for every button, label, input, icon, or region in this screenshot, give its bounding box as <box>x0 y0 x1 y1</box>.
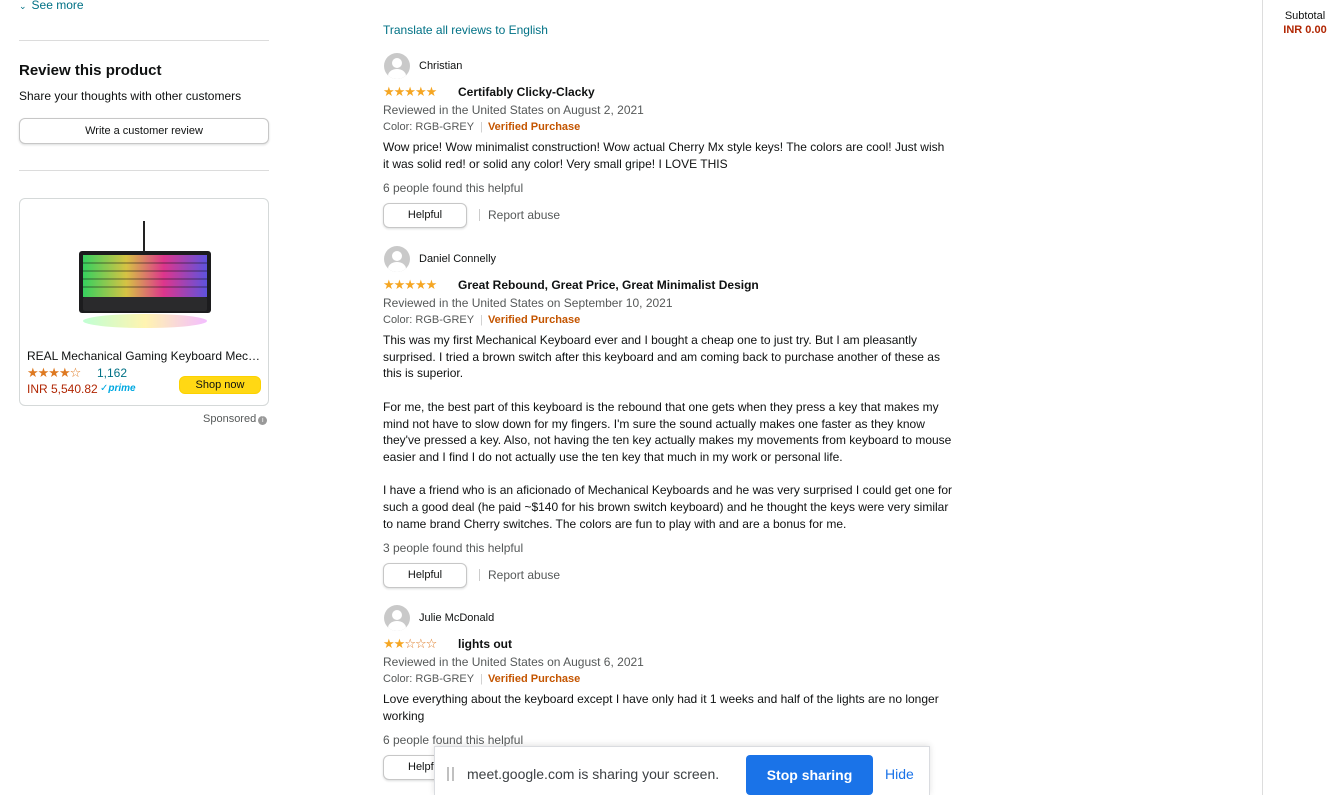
sponsored-text: Sponsored <box>203 413 257 425</box>
review-item: Christian ★★★★★ Certifably Clicky-Clacky… <box>383 53 953 229</box>
stop-sharing-button[interactable]: Stop sharing <box>746 755 873 795</box>
ad-rating-count[interactable]: 1,162 <box>97 366 127 380</box>
ad-price: INR 5,540.82 <box>27 382 98 396</box>
divider <box>19 170 269 171</box>
star-rating-icon: ★★★★★ <box>383 84 437 99</box>
separator: | <box>480 314 483 326</box>
review-date: Reviewed in the United States on August … <box>383 655 644 669</box>
report-abuse-link[interactable]: Report abuse <box>488 568 560 582</box>
translate-reviews-link[interactable]: Translate all reviews to English <box>383 23 548 37</box>
cart-panel-border <box>1262 0 1263 795</box>
subtotal-label: Subtotal <box>1284 10 1326 22</box>
review-body: This was my first Mechanical Keyboard ev… <box>383 332 953 532</box>
review-paragraph: I have a friend who is an aficionado of … <box>383 483 952 531</box>
reviewer-name[interactable]: Julie McDonald <box>419 612 494 624</box>
sponsored-label: Sponsored i <box>203 413 268 425</box>
review-date: Reviewed in the United States on August … <box>383 103 644 117</box>
helpful-button[interactable]: Helpful <box>383 563 467 589</box>
review-body: Love everything about the keyboard excep… <box>383 691 953 724</box>
drag-handle-icon[interactable] <box>447 767 454 781</box>
review-paragraph: Love everything about the keyboard excep… <box>383 692 939 723</box>
color-variant[interactable]: Color: RGB-GREY <box>383 314 474 326</box>
ad-product-title[interactable]: REAL Mechanical Gaming Keyboard Mechanic… <box>27 349 263 363</box>
avatar-icon <box>384 246 410 272</box>
review-paragraph: For me, the best part of this keyboard i… <box>383 399 952 464</box>
reviewer-name[interactable]: Daniel Connelly <box>419 253 496 265</box>
color-variant[interactable]: Color: RGB-GREY <box>383 673 474 685</box>
reviewer-profile[interactable]: Christian <box>383 53 953 79</box>
reviewer-profile[interactable]: Julie McDonald <box>383 605 953 631</box>
subtotal-value: INR 0.00 <box>1283 24 1327 36</box>
see-more-link[interactable]: ⌄ See more <box>19 0 84 12</box>
helpful-button[interactable]: Helpful <box>383 203 467 229</box>
star-filled: ★★ <box>383 636 405 651</box>
review-title[interactable]: lights out <box>458 637 512 651</box>
see-more-label: See more <box>31 0 84 12</box>
review-product-heading: Review this product <box>19 62 162 79</box>
share-message: meet.google.com is sharing your screen. <box>467 766 720 782</box>
ad-star-rating: ★★★★☆ <box>27 365 81 380</box>
prime-badge-icon: ✓prime <box>100 383 136 394</box>
star-rating-icon: ★★☆☆☆ <box>383 636 437 652</box>
helpful-count: 3 people found this helpful <box>383 541 524 556</box>
write-review-button[interactable]: Write a customer review <box>19 118 269 144</box>
avatar-icon <box>384 605 410 631</box>
verified-purchase-badge: Verified Purchase <box>487 121 581 133</box>
review-paragraph: Wow price! Wow minimalist construction! … <box>383 140 945 171</box>
review-variant: Color: RGB-GREY | Verified Purchase <box>383 119 953 136</box>
sponsored-ad-card[interactable]: REAL Mechanical Gaming Keyboard Mechanic… <box>19 198 269 406</box>
screen-share-bar: meet.google.com is sharing your screen. … <box>434 746 930 795</box>
verified-purchase-badge: Verified Purchase <box>487 314 581 326</box>
chevron-down-icon: ⌄ <box>19 1 27 11</box>
separator <box>479 569 480 582</box>
hide-button[interactable]: Hide <box>885 766 914 782</box>
review-item: Daniel Connelly ★★★★★ Great Rebound, Gre… <box>383 246 953 589</box>
review-title[interactable]: Great Rebound, Great Price, Great Minima… <box>458 278 759 292</box>
avatar-icon <box>384 53 410 79</box>
star-empty: ☆☆☆ <box>404 636 437 651</box>
review-variant: Color: RGB-GREY | Verified Purchase <box>383 671 953 688</box>
review-body: Wow price! Wow minimalist construction! … <box>383 139 953 172</box>
review-product-subtext: Share your thoughts with other customers <box>19 89 242 103</box>
info-icon[interactable]: i <box>258 416 268 425</box>
color-variant[interactable]: Color: RGB-GREY <box>383 121 474 133</box>
review-date: Reviewed in the United States on Septemb… <box>383 296 673 310</box>
keyboard-product-image[interactable] <box>75 219 215 331</box>
separator <box>479 209 480 222</box>
review-paragraph: This was my first Mechanical Keyboard ev… <box>383 333 940 381</box>
review-title[interactable]: Certifably Clicky-Clacky <box>458 85 595 99</box>
report-abuse-link[interactable]: Report abuse <box>488 208 560 222</box>
separator: | <box>480 121 483 133</box>
helpful-count: 6 people found this helpful <box>383 181 524 196</box>
divider <box>19 40 269 41</box>
reviewer-name[interactable]: Christian <box>419 60 462 72</box>
separator: | <box>480 673 483 685</box>
shop-now-button[interactable]: Shop now <box>179 376 261 394</box>
reviewer-profile[interactable]: Daniel Connelly <box>383 246 953 272</box>
verified-purchase-badge: Verified Purchase <box>487 673 581 685</box>
review-variant: Color: RGB-GREY | Verified Purchase <box>383 312 953 329</box>
star-rating-icon: ★★★★★ <box>383 277 437 292</box>
